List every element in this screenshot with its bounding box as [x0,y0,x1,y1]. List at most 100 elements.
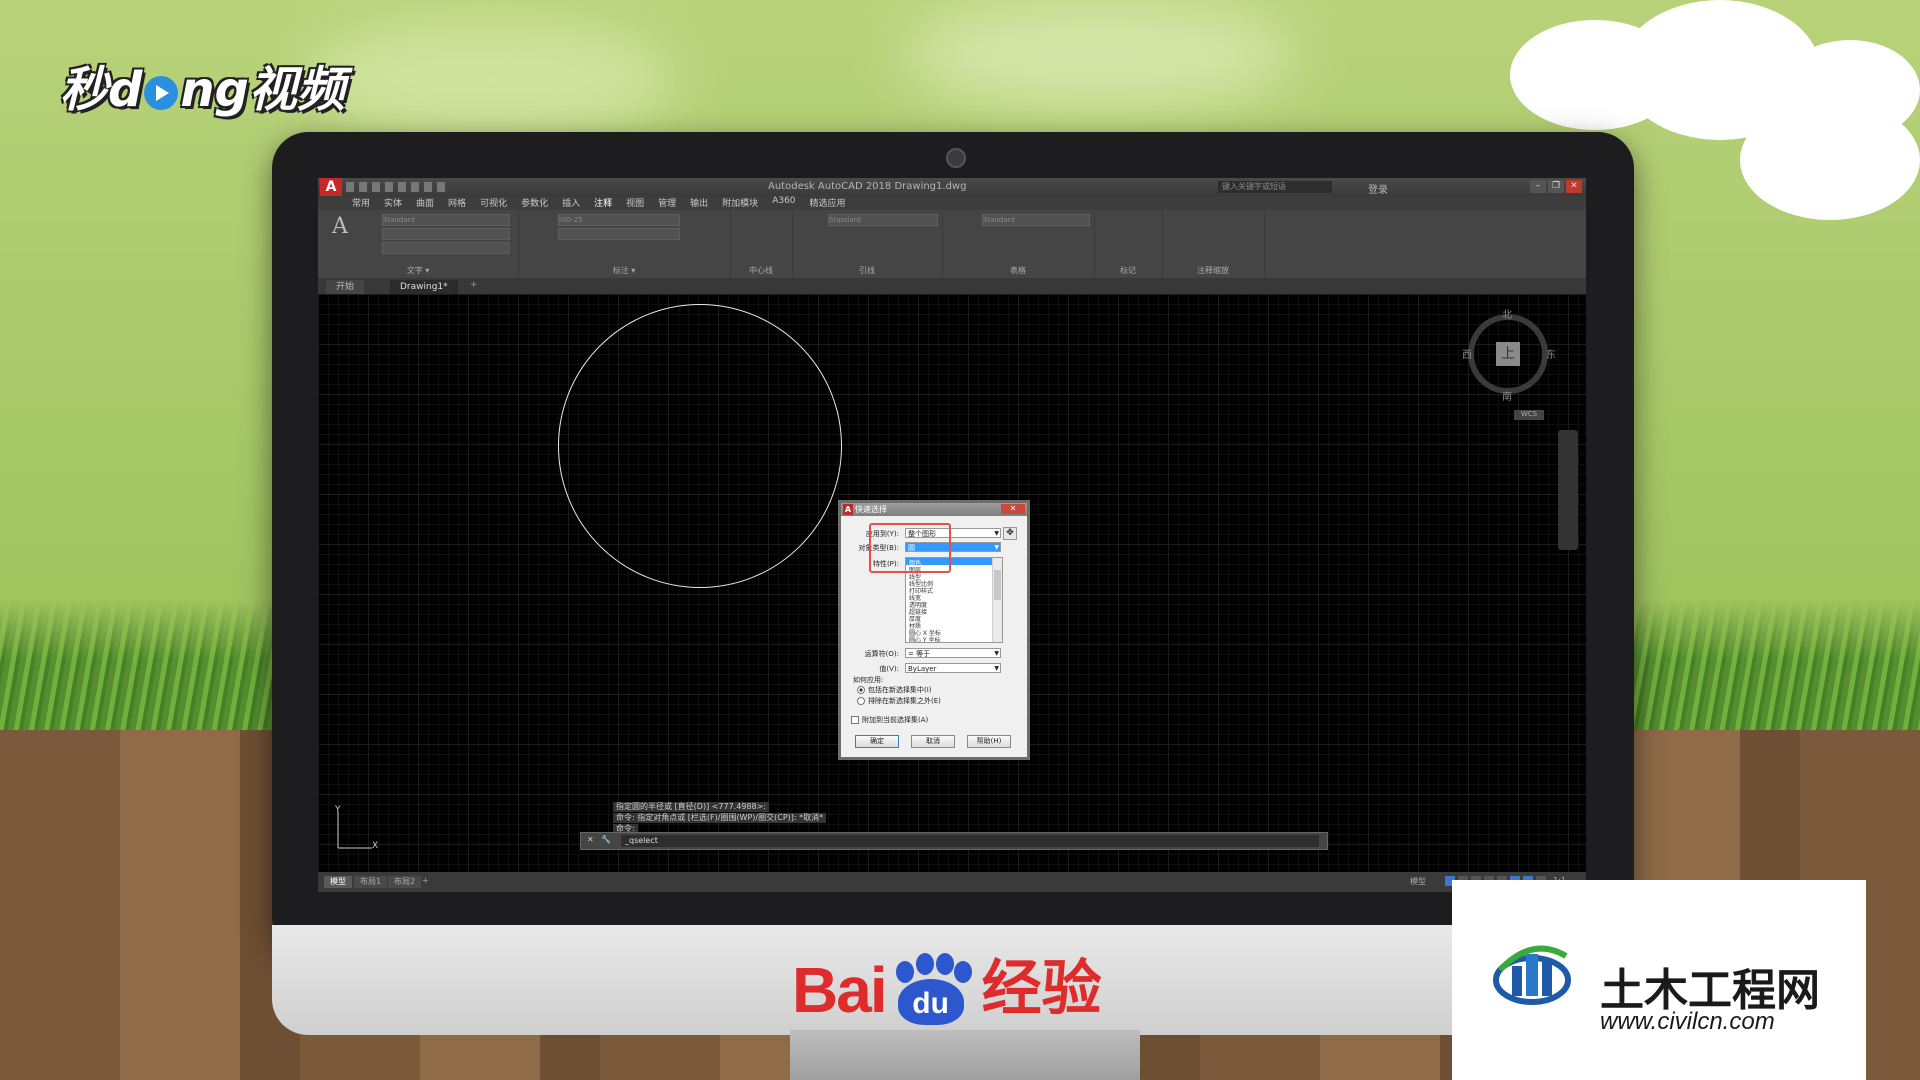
ribbon-tab[interactable]: 管理 [658,196,676,210]
select-objects-button[interactable]: ✥ [1003,527,1017,540]
value-select[interactable]: ByLayer ▼ [905,663,1001,673]
leader-style-select[interactable]: Standard [828,214,938,226]
radio-unchecked[interactable] [857,697,865,705]
bokeh-light [300,20,680,140]
highlight-annotation [869,523,951,573]
multiline-text-icon[interactable]: A [332,214,348,239]
paw-toe [895,961,914,983]
wrench-icon[interactable]: 🔧 [601,835,611,844]
civilcn-logo-icon [1493,945,1571,1005]
jingyan-text: 经验 [981,954,1102,1024]
ribbon-tab[interactable]: 输出 [690,196,708,210]
command-history-line: 指定圆的半径或 [直径(D)] <777.4988>: [613,802,770,812]
tab-layout2[interactable]: 布局2 [388,876,422,888]
tab-model[interactable]: 模型 [324,876,352,888]
new-tab-icon[interactable]: + [470,280,478,290]
search-input[interactable]: 键入关键字或短语 [1218,181,1332,193]
ok-button[interactable]: 确定 [855,735,899,748]
svg-text:X: X [372,841,378,851]
ribbon-tab[interactable]: 常用 [352,196,370,210]
text-find-select[interactable] [382,242,510,254]
append-checkbox[interactable]: 附加到当前选择集(A) [851,715,928,725]
text-style-select[interactable]: Standard [382,214,510,226]
help-button[interactable]: 帮助(H) [967,735,1011,748]
ribbon-group-label: 标注 ▾ [612,266,636,275]
ribbon-tab[interactable]: 参数化 [521,196,548,210]
tab-start[interactable]: 开始 [326,280,365,294]
cancel-button[interactable]: 取消 [911,735,955,748]
operator-select[interactable]: = 等于 ▼ [905,648,1001,658]
radio-checked[interactable] [857,686,865,694]
ribbon-tab[interactable]: 实体 [384,196,402,210]
layout-tabs: 模型 布局1 布局2 + 模型 1:1 [318,872,1586,892]
ribbon-tabs: 常用 实体 曲面 网格 可视化 参数化 插入 注释 视图 管理 输出 附加模块 … [318,196,1586,210]
scrollbar-thumb[interactable] [994,570,1001,600]
quick-select-dialog: A 快速选择 ✕ 应用到(Y): 整个图形 ▼ ✥ 对象类型(B): 圆 ▼ 特性(… [838,500,1030,760]
paw-toe [953,961,972,983]
ribbon-tab[interactable]: 曲面 [416,196,434,210]
ribbon-tab[interactable]: 插入 [562,196,580,210]
command-history-line: 命令: 指定对角点或 [栏选(F)/圈围(WP)/圈交(CP)]: *取消* [613,813,827,823]
dialog-close-button[interactable]: ✕ [1001,504,1025,514]
close-cmdline-icon[interactable]: ✕ [587,835,594,844]
list-item[interactable]: 圆心 Y 坐标 [909,635,940,642]
viewcube[interactable]: 上 [1468,314,1548,394]
autocad-logo-icon[interactable]: A [320,178,342,196]
command-history: 指定圆的半径或 [直径(D)] <777.4988>: 命令: 指定对角点或 [… [613,802,827,835]
exclude-radio-label: 排除在新选择集之外(E) [868,697,941,705]
new-layout-icon[interactable]: + [422,876,429,885]
ribbon-tab-active[interactable]: 注释 [594,196,612,210]
viewcube-top-face[interactable]: 上 [1496,342,1520,366]
quick-access-toolbar[interactable] [346,182,446,192]
ribbon-group-label: 注释缩放 [1197,266,1229,275]
how-to-apply-label: 如何应用: [853,676,884,684]
include-radio[interactable]: 包括在新选择集中(I) [857,685,932,695]
navigation-bar[interactable] [1558,430,1578,550]
layer-select[interactable] [558,228,680,240]
viewcube-north[interactable]: 北 [1502,306,1512,321]
table-style-select[interactable]: Standard [982,214,1090,226]
viewcube-west[interactable]: 西 [1462,346,1472,361]
ribbon-tab[interactable]: A360 [772,196,795,210]
restore-icon[interactable]: ❐ [1548,180,1564,193]
ribbon-panel: A Standard 文字 ▾ ISO-25 标注 ▾ 中心线 Standard… [318,210,1586,278]
tab-layout1[interactable]: 布局1 [354,876,388,888]
checkbox-unchecked[interactable] [851,716,859,724]
ribbon-tab[interactable]: 附加模块 [722,196,758,210]
close-icon[interactable]: ✕ [1566,180,1582,193]
play-icon [144,76,179,110]
command-input[interactable]: _qselect [621,835,1319,847]
minimize-icon[interactable]: – [1530,180,1546,193]
baidu-jingyan-logo: Bai du 经验 [792,940,1102,1027]
text-height-select[interactable] [382,228,510,240]
ribbon-tab[interactable]: 精选应用 [810,196,846,210]
viewcube-east[interactable]: 东 [1546,346,1556,361]
dim-style-select[interactable]: ISO-25 [558,214,680,226]
watermark-text-a: 秒d [60,62,143,118]
ribbon-group-annotation-scaling: 注释缩放 [1162,210,1265,278]
baidu-text: Bai [792,954,888,1026]
ribbon-group-markup: 标记 [1094,210,1163,278]
status-model-button[interactable]: 模型 [1410,876,1426,887]
webcam [946,148,966,168]
ribbon-tab[interactable]: 网格 [448,196,466,210]
viewcube-south[interactable]: 南 [1502,388,1512,403]
wcs-menu[interactable]: WCS [1514,410,1544,420]
civilcn-url: www.civilcn.com [1600,1008,1775,1035]
ribbon-tab[interactable]: 可视化 [480,196,507,210]
baidu-paw-icon: du [890,953,974,1027]
operator-label: 运算符(O): [864,650,899,658]
dialog-title-bar[interactable]: A 快速选择 ✕ [841,503,1027,516]
ribbon-tab[interactable]: 视图 [626,196,644,210]
ribbon-group-label: 中心线 [749,266,773,275]
drawing-canvas[interactable]: 上 北 南 东 西 WCS Y X 指定圆的半径或 [直径(D)] <777.4… [318,294,1586,872]
drawn-circle[interactable] [558,304,842,588]
append-checkbox-label: 附加到当前选择集(A) [862,716,929,724]
ribbon-group-centerline: 中心线 [730,210,793,278]
tab-drawing1[interactable]: Drawing1* [390,280,458,294]
sign-in-button[interactable]: 登录 [1368,181,1388,196]
value-label: 值(V): [879,665,899,673]
exclude-radio[interactable]: 排除在新选择集之外(E) [857,696,941,706]
ribbon-group-label: 引线 [859,266,875,275]
ribbon-group-leader: Standard 引线 [792,210,943,278]
